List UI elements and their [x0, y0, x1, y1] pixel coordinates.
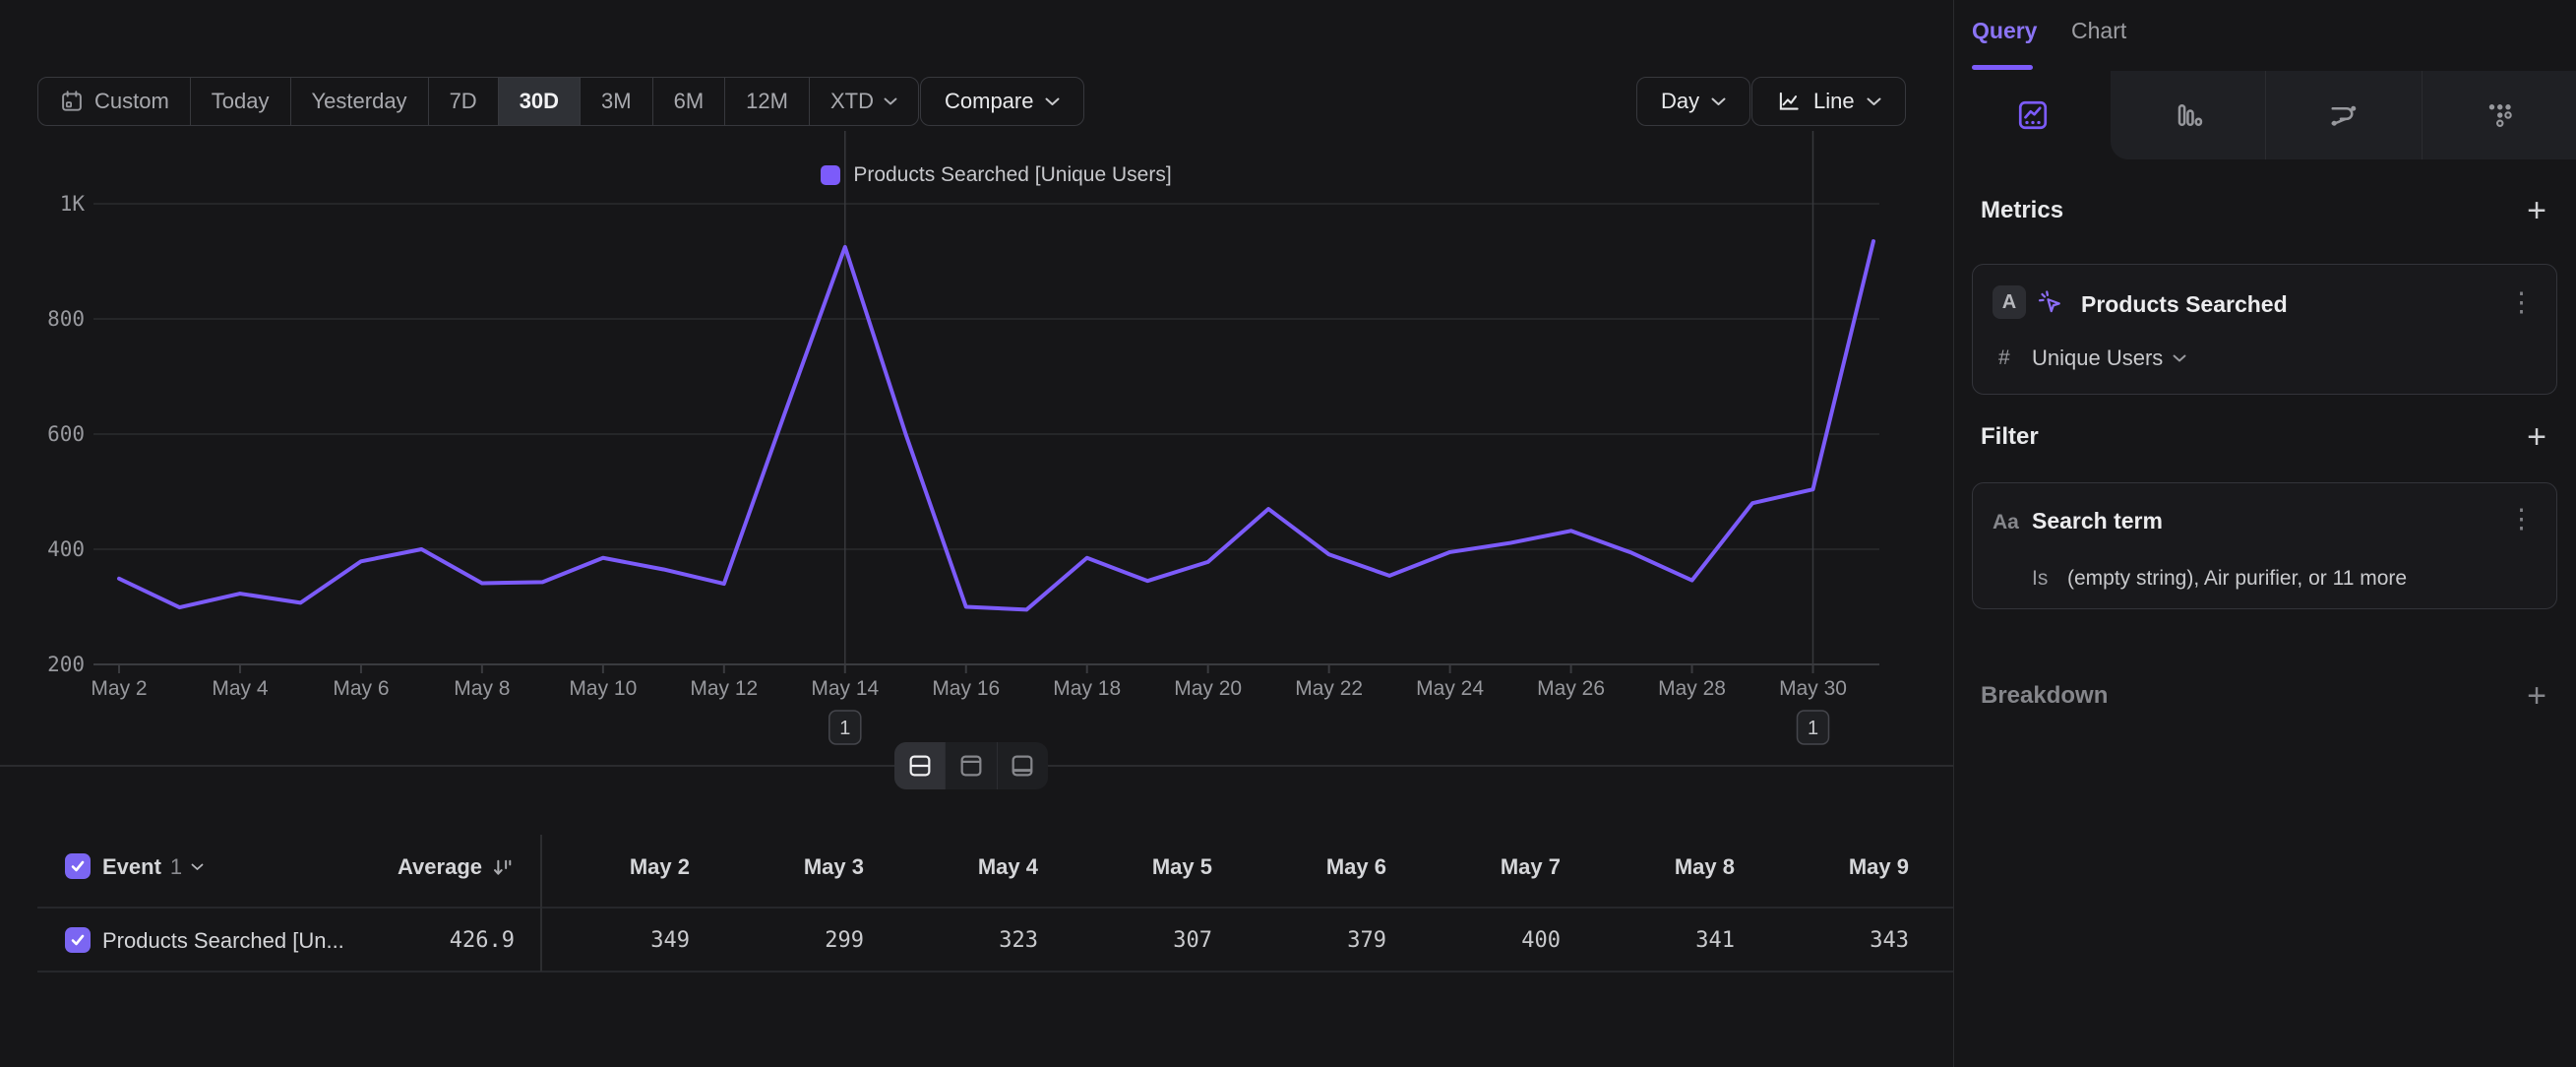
x-axis-label: May 16: [932, 677, 1000, 700]
date-cell-value: 343: [1761, 928, 1909, 953]
filter-value[interactable]: (empty string), Air purifier, or 11 more: [2067, 567, 2407, 591]
x-axis-label: May 8: [454, 677, 510, 700]
flows-icon: [2326, 97, 2361, 133]
layout-table-button[interactable]: [997, 742, 1048, 789]
x-axis-label: May 6: [333, 677, 389, 700]
layout-toggle: [894, 742, 1048, 789]
date-column-header[interactable]: May 7: [1413, 854, 1561, 880]
split-view-icon: [905, 752, 935, 780]
y-axis-label: 800: [47, 307, 85, 331]
metric-name[interactable]: Products Searched: [2081, 291, 2288, 318]
tab-query[interactable]: Query: [1972, 18, 2037, 44]
tab-retention[interactable]: [2422, 71, 2576, 159]
table-view-icon: [1008, 752, 1037, 780]
metrics-heading: Metrics: [1981, 197, 2063, 224]
table-header-border: [37, 907, 1953, 909]
check-icon: [70, 859, 86, 873]
tab-funnels[interactable]: [2111, 71, 2265, 159]
date-column-header[interactable]: May 4: [890, 854, 1038, 880]
x-axis-label: May 18: [1053, 677, 1121, 700]
add-filter-button[interactable]: +: [2527, 420, 2546, 454]
filter-card[interactable]: Aa Search term ⋮ Is (empty string), Air …: [1972, 482, 2557, 609]
x-axis-label: May 30: [1779, 677, 1847, 700]
date-column-header[interactable]: May 6: [1239, 854, 1386, 880]
report-type-tabs-inactive: [2111, 71, 2576, 159]
series-line: [119, 241, 1873, 609]
breakdown-heading: Breakdown: [1981, 682, 2108, 710]
x-axis-label: May 12: [690, 677, 758, 700]
date-cell-value: 349: [542, 928, 690, 953]
event-count: 1: [170, 854, 182, 880]
event-label: Event: [102, 854, 161, 880]
line-chart[interactable]: 200 400 600 800 1K May 2 May 4 May 6 May 8 May 10…: [0, 0, 1953, 778]
date-cell-value: 307: [1065, 928, 1212, 953]
metric-letter-badge: A: [1993, 285, 2026, 319]
x-axis-label: May 20: [1174, 677, 1242, 700]
date-cell-value: 379: [1239, 928, 1386, 953]
measure-prefix: #: [1998, 346, 2010, 370]
date-cell-value: 299: [716, 928, 864, 953]
y-axis-label: 600: [47, 422, 85, 446]
x-axis-label: May 22: [1295, 677, 1363, 700]
table-row-border: [37, 971, 1953, 973]
average-label: Average: [398, 854, 482, 880]
annotation-badge-label: 1: [839, 718, 850, 739]
average-column-header[interactable]: Average: [398, 854, 515, 880]
tab-flows[interactable]: [2265, 71, 2421, 159]
x-axis-label: May 28: [1658, 677, 1726, 700]
y-axis-label: 400: [47, 537, 85, 561]
metric-card[interactable]: A Products Searched ⋮ # Unique Users: [1972, 264, 2557, 395]
tab-insights[interactable]: [1954, 71, 2111, 159]
metric-menu-button[interactable]: ⋮: [2508, 289, 2535, 316]
y-axis-label: 1K: [60, 192, 86, 216]
filter-menu-button[interactable]: ⋮: [2508, 506, 2535, 533]
date-cell-value: 323: [890, 928, 1038, 953]
row-average-value: 426.9: [450, 928, 515, 953]
date-column-header[interactable]: May 5: [1065, 854, 1212, 880]
insights-icon: [2015, 97, 2051, 133]
filter-operator[interactable]: Is: [2032, 567, 2048, 591]
x-axis-label: May 4: [212, 677, 269, 700]
measure-label: Unique Users: [2032, 345, 2163, 371]
bar-chart-icon: [2171, 97, 2206, 133]
filter-property-name[interactable]: Search term: [2032, 508, 2163, 534]
measure-selector[interactable]: Unique Users: [2032, 345, 2186, 371]
x-axis-label: May 26: [1537, 677, 1605, 700]
retention-dots-icon: [2482, 97, 2517, 133]
tab-chart[interactable]: Chart: [2071, 18, 2126, 44]
line-chart-svg: 200 400 600 800 1K May 2 May 4 May 6 May 8 May 10…: [0, 0, 1953, 778]
select-all-checkbox[interactable]: [65, 853, 91, 879]
main-canvas: CustomTodayYesterday7D30D3M6M12MXTD Comp…: [0, 0, 1953, 1067]
event-click-icon: [2036, 288, 2065, 318]
y-axis-label: 200: [47, 653, 85, 676]
annotation-badge-label: 1: [1808, 718, 1818, 739]
chevron-down-icon: [2173, 354, 2186, 363]
filter-heading: Filter: [1981, 423, 2039, 451]
date-column-header[interactable]: May 8: [1587, 854, 1735, 880]
active-tab-underline: [1972, 65, 2033, 70]
chart-view-icon: [956, 752, 986, 780]
add-metric-button[interactable]: +: [2527, 194, 2546, 227]
date-cell-value: 341: [1587, 928, 1735, 953]
sort-icon: [490, 855, 515, 880]
chevron-down-icon: [191, 863, 204, 871]
date-cell-value: 400: [1413, 928, 1561, 953]
check-icon: [70, 933, 86, 947]
date-column-header[interactable]: May 9: [1761, 854, 1909, 880]
date-column-header[interactable]: May 2: [542, 854, 690, 880]
add-breakdown-button[interactable]: +: [2527, 679, 2546, 713]
x-axis-label: May 10: [569, 677, 637, 700]
date-column-header[interactable]: May 3: [716, 854, 864, 880]
row-checkbox[interactable]: [65, 927, 91, 953]
x-axis-label: May 24: [1416, 677, 1484, 700]
report-type-tabs: [1954, 71, 2576, 159]
string-type-icon: Aa: [1993, 511, 2019, 534]
event-column-header[interactable]: Event 1: [102, 854, 204, 880]
query-panel: Query Chart: [1953, 0, 2576, 1067]
layout-chart-button[interactable]: [945, 742, 996, 789]
row-event-name[interactable]: Products Searched [Un...: [102, 928, 344, 954]
x-axis-label: May 14: [811, 677, 879, 700]
x-axis-label: May 2: [91, 677, 147, 700]
layout-split-button[interactable]: [894, 742, 945, 789]
